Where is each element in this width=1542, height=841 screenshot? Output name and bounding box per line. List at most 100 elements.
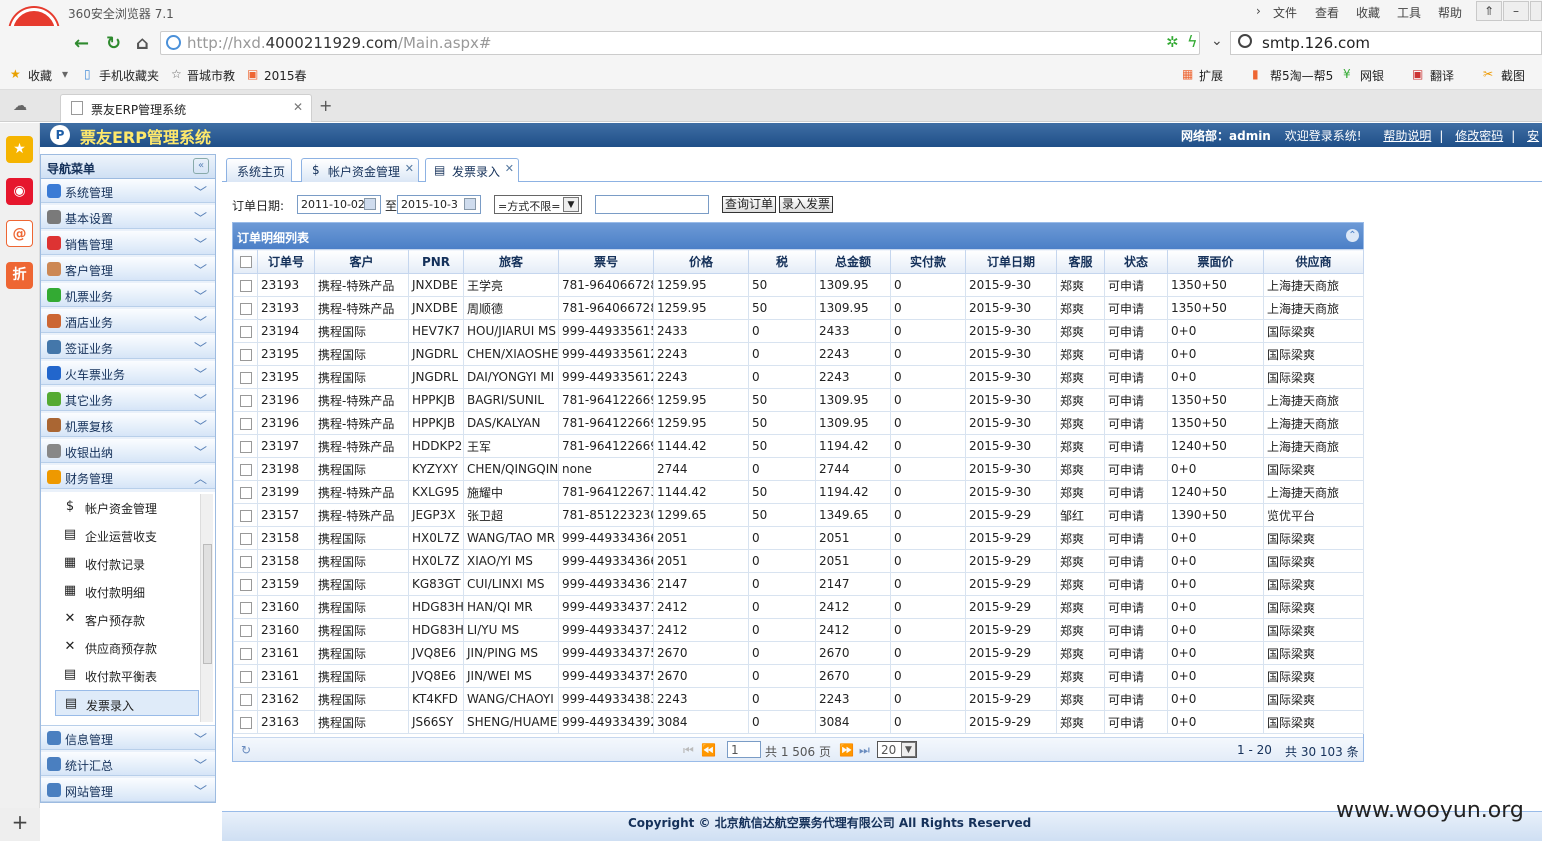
dropdown-arrow-icon[interactable]: ▼ [563, 197, 579, 212]
row-checkbox[interactable] [233, 342, 258, 366]
sync-icon[interactable]: ✲ [1166, 33, 1179, 51]
row-checkbox[interactable] [233, 388, 258, 412]
chevron-down-icon[interactable]: ﹀ [194, 208, 207, 227]
menu-file[interactable]: 文件 [1273, 4, 1297, 21]
column-header[interactable]: 订单日期 [965, 249, 1057, 274]
nav-group-5[interactable]: 酒店业务 ﹀ [41, 309, 215, 333]
table-row[interactable]: 23197携程-特殊产品HDDKP2王军781-96412266941144.4… [233, 434, 1364, 458]
chevron-down-icon[interactable]: ﹀ [194, 755, 207, 774]
collapse-up-icon[interactable]: ⌃ [1346, 229, 1359, 242]
tool-bank[interactable]: 网银 [1360, 67, 1384, 84]
calendar-icon[interactable] [464, 198, 476, 210]
next-page-icon[interactable]: ⏩ [839, 743, 854, 757]
nav-sub-item-6[interactable]: ▤ 收付款平衡表 [55, 662, 199, 688]
nav-sub-item-5[interactable]: ✕ 供应商预存款 [55, 634, 199, 660]
tab-home[interactable]: 系统主页 [226, 158, 292, 182]
table-row[interactable]: 23158携程国际HX0L7ZWANG/TAO MR999-4493343660… [233, 526, 1364, 550]
url-text[interactable]: http://hxd.4000211929.com/Main.aspx# [187, 34, 492, 52]
table-row[interactable]: 23161携程国际JVQ8E6JIN/PING MS999-4493343751… [233, 641, 1364, 665]
row-checkbox[interactable] [233, 503, 258, 527]
menu-tools[interactable]: 工具 [1397, 4, 1421, 21]
collapse-icon[interactable]: « [193, 158, 209, 174]
table-row[interactable]: 23193携程-特殊产品JNXDBE周顺德781-96406672821259.… [233, 296, 1364, 320]
nav-bottom-1[interactable]: 统计汇总 ﹀ [41, 752, 215, 776]
query-order-button[interactable]: 查询订单 [722, 196, 777, 213]
weibo-icon[interactable]: ◉ [6, 178, 33, 205]
prev-page-icon[interactable]: ⏪ [701, 743, 716, 757]
row-checkbox[interactable] [233, 296, 258, 320]
table-row[interactable]: 23196 携程-特殊产品 HPPKJB DAS/KALYAN 781-96412266… [233, 411, 1364, 435]
bookmark-jincheng[interactable]: 晋城市教 [187, 67, 235, 84]
row-checkbox[interactable] [233, 273, 258, 297]
discount-icon[interactable]: 折 [6, 262, 33, 289]
table-row[interactable]: 23158携程国际HX0L7ZXIAO/YI MS999-44933436612… [233, 549, 1364, 573]
maximize-icon[interactable] [1530, 1, 1542, 21]
home-icon[interactable]: ⌂ [136, 33, 149, 54]
favorites-star-icon[interactable]: ★ [6, 136, 33, 163]
menu-favorites[interactable]: 收藏 [1356, 4, 1380, 21]
help-link[interactable]: 帮助说明 [1383, 129, 1431, 143]
column-header[interactable]: 状态 [1104, 249, 1168, 274]
refresh-icon[interactable]: ↻ [106, 33, 121, 54]
menu-help[interactable]: 帮助 [1438, 4, 1462, 21]
nav-group-3[interactable]: 客户管理 ﹀ [41, 257, 215, 281]
chevron-down-icon[interactable]: ﹀ [194, 442, 207, 461]
table-row[interactable]: 23195 携程国际 JNGDRL DAI/YONGYI MI 999-44933561… [233, 365, 1364, 389]
chevron-down-icon[interactable]: ﹀ [194, 286, 207, 305]
nav-group-0[interactable]: 系统管理 ﹀ [41, 179, 215, 203]
change-password-link[interactable]: 修改密码 [1455, 129, 1503, 143]
column-header[interactable]: 订单号 [257, 249, 315, 274]
chevron-down-icon[interactable]: ▾ [62, 67, 68, 81]
row-checkbox[interactable] [233, 480, 258, 504]
column-header[interactable]: 供应商 [1263, 249, 1364, 274]
row-checkbox[interactable] [233, 664, 258, 688]
nav-bottom-2[interactable]: 网站管理 ﹀ [41, 778, 215, 802]
search-icon[interactable] [1238, 34, 1252, 48]
refresh-icon[interactable]: ↻ [241, 743, 251, 757]
pin-icon[interactable]: ⇑ [1476, 1, 1502, 21]
select-all-checkbox[interactable] [233, 249, 258, 274]
chevron-down-icon[interactable]: ﹀ [194, 729, 207, 748]
tool-extensions[interactable]: 扩展 [1199, 67, 1223, 84]
add-icon[interactable]: + [0, 808, 40, 841]
tool-translate[interactable]: 翻译 [1430, 67, 1454, 84]
column-header[interactable]: PNR [408, 249, 464, 274]
table-row[interactable]: 23161携程国际JVQ8E6JIN/WEI MS999-44933437522… [233, 664, 1364, 688]
cloud-icon[interactable]: ☁ [13, 98, 27, 114]
nav-group-1[interactable]: 基本设置 ﹀ [41, 205, 215, 229]
table-row[interactable]: 23162携程国际KT4KFDWANG/CHAOYI999-4493343830… [233, 687, 1364, 711]
row-checkbox[interactable] [233, 434, 258, 458]
nav-sub-item-7[interactable]: ▤ 发票录入 [55, 690, 199, 716]
column-header[interactable]: 总金额 [815, 249, 891, 274]
chevron-down-icon[interactable]: ﹀ [194, 390, 207, 409]
bookmark-favorites[interactable]: 收藏 [28, 67, 52, 84]
nav-group-4[interactable]: 机票业务 ﹀ [41, 283, 215, 307]
page-input[interactable]: 1 [727, 741, 761, 758]
row-checkbox[interactable] [233, 411, 258, 435]
column-header[interactable]: 客服 [1056, 249, 1105, 274]
table-row[interactable]: 23198 携程国际 KYZYXY CHEN/QINGQIN none 2744 0 2744… [233, 457, 1364, 481]
row-checkbox[interactable] [233, 595, 258, 619]
nav-sub-item-0[interactable]: $ 帐户资金管理 [55, 494, 199, 520]
row-checkbox[interactable] [233, 457, 258, 481]
row-checkbox[interactable] [233, 572, 258, 596]
nav-sub-item-1[interactable]: ▤ 企业运营收支 [55, 522, 199, 548]
nav-group-7[interactable]: 火车票业务 ﹀ [41, 361, 215, 385]
menu-view[interactable]: 查看 [1315, 4, 1339, 21]
back-icon[interactable]: ← [74, 33, 89, 54]
tab-account-funds[interactable]: $ 帐户资金管理 ✕ [301, 158, 419, 182]
column-header[interactable]: 旅客 [463, 249, 559, 274]
column-header[interactable]: 税 [748, 249, 816, 274]
row-checkbox[interactable] [233, 526, 258, 550]
nav-group-2[interactable]: 销售管理 ﹀ [41, 231, 215, 255]
nav-group-11[interactable]: 财务管理 ︿ [41, 465, 215, 489]
table-row[interactable]: 23193携程-特殊产品JNXDBE王学亮781-96406672811259.… [233, 273, 1364, 297]
chevron-down-icon[interactable]: ﹀ [194, 234, 207, 253]
tool-screenshot[interactable]: 截图 [1501, 67, 1525, 84]
chevron-down-icon[interactable]: ﹀ [194, 260, 207, 279]
table-row[interactable]: 23157携程-特殊产品JEGP3X张卫超781-85122323001299.… [233, 503, 1364, 527]
chevron-right-icon[interactable]: › [1256, 4, 1261, 18]
nav-bottom-0[interactable]: 信息管理 ﹀ [41, 726, 215, 750]
chevron-down-icon[interactable]: ﹀ [194, 416, 207, 435]
column-header[interactable]: 客户 [314, 249, 409, 274]
